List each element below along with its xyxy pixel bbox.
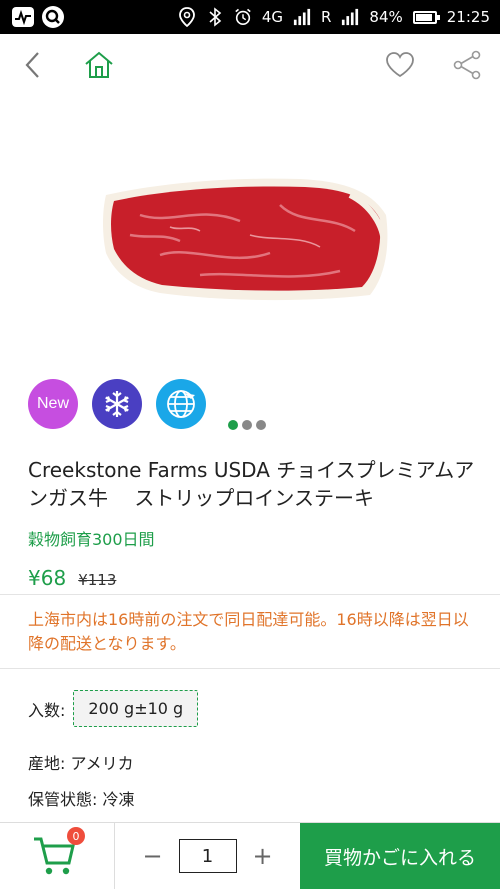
product-subtitle: 穀物飼育300日間 [28, 530, 155, 549]
battery-percent: 84% [369, 8, 403, 26]
nav-bar [0, 34, 500, 96]
origin-text: 産地: アメリカ [28, 754, 134, 773]
spec-row: 入数: 200 g±10 g [28, 690, 199, 727]
quantity-stepper: − 1 + [115, 823, 300, 889]
carousel-dot[interactable] [256, 420, 266, 430]
sim-slot: R [320, 8, 332, 26]
cart-count-badge: 0 [67, 827, 85, 845]
signal-icon-2 [341, 7, 359, 27]
add-to-cart-button[interactable]: 買物かごに入れる [300, 823, 500, 889]
price-row: ¥68 ¥113 [28, 566, 116, 590]
current-price: ¥68 [28, 566, 67, 590]
spec-option[interactable]: 200 g±10 g [73, 690, 199, 727]
back-icon[interactable] [16, 48, 50, 82]
increase-button[interactable]: + [251, 842, 275, 870]
clock: 21:25 [446, 8, 490, 26]
divider [0, 668, 500, 669]
location-icon [178, 7, 196, 27]
original-price: ¥113 [78, 571, 117, 589]
heart-icon[interactable] [383, 48, 417, 82]
snowflake-icon [92, 379, 142, 429]
carousel-dot[interactable] [242, 420, 252, 430]
alarm-icon [234, 7, 252, 27]
storage-text: 保管状態: 冷凍 [28, 790, 135, 809]
product-badges: New [28, 379, 206, 429]
globe-icon [156, 379, 206, 429]
quantity-field[interactable]: 1 [178, 839, 237, 873]
status-bar: 4G R 84% 21:25 [0, 0, 500, 34]
carousel-dots [228, 420, 266, 430]
new-badge: New [28, 379, 78, 429]
signal-icon [293, 7, 311, 27]
bottom-bar: 0 − 1 + 買物かごに入れる [0, 822, 500, 889]
product-image[interactable] [100, 175, 390, 305]
activity-icon [12, 7, 34, 27]
new-badge-label: New [36, 395, 69, 412]
home-icon[interactable] [82, 48, 116, 82]
share-icon[interactable] [450, 48, 484, 82]
battery-icon [412, 10, 440, 24]
search-app-icon [42, 6, 64, 28]
bluetooth-icon [206, 7, 224, 27]
network-type: 4G [261, 8, 283, 26]
decrease-button[interactable]: − [141, 842, 165, 870]
delivery-notice: 上海市内は16時前の注文で同日配達可能。16時以降は翌日以降の配送となります。 [28, 610, 469, 653]
product-title: Creekstone Farms USDA チョイスプレミアムアンガス牛 ストリ… [28, 458, 475, 510]
divider [0, 594, 500, 595]
cart-button[interactable]: 0 [0, 823, 115, 889]
spec-label: 入数: [28, 700, 66, 720]
carousel-dot[interactable] [228, 420, 238, 430]
